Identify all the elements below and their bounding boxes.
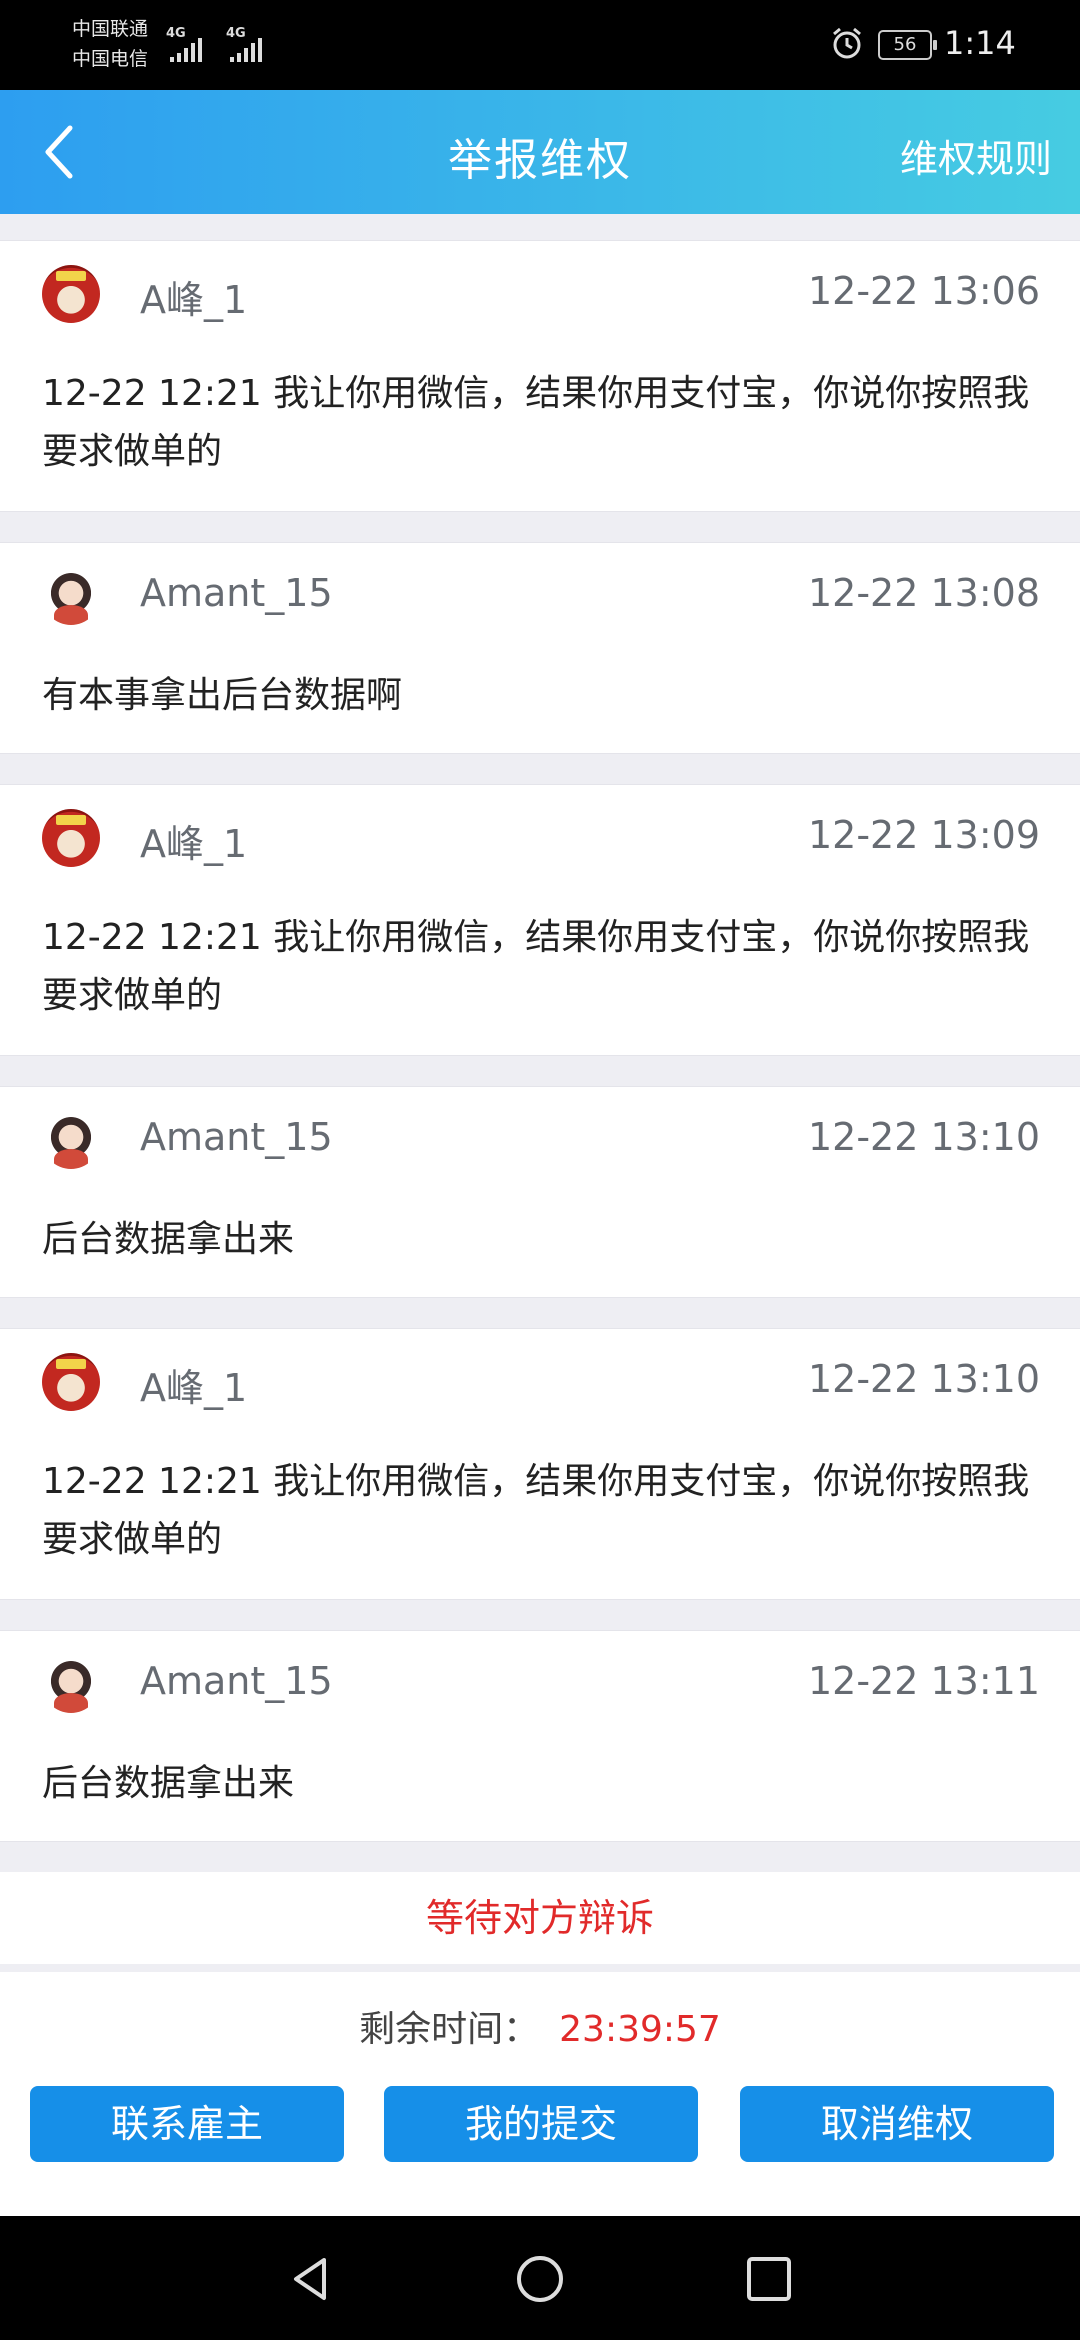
- avatar[interactable]: [42, 809, 100, 867]
- nav-home-icon[interactable]: [515, 2254, 565, 2304]
- alarm-icon: [833, 27, 861, 59]
- message-time: 12-22 13:06: [807, 269, 1040, 313]
- status-bar: 中国联通 中国电信 4G 4G 56 1:14: [0, 0, 1080, 90]
- message-time: 12-22 13:11: [807, 1659, 1040, 1703]
- contact-employer-button[interactable]: 联系雇主: [30, 2086, 344, 2162]
- carrier-info: 中国联通 中国电信: [72, 14, 148, 74]
- user-name: A峰_1: [140, 278, 248, 322]
- carrier-1: 中国联通: [72, 18, 149, 40]
- my-submission-button[interactable]: 我的提交: [384, 2086, 698, 2162]
- avatar[interactable]: [42, 1111, 100, 1169]
- message-card: Amant_15 12-22 13:08 有本事拿出后台数据啊: [0, 542, 1080, 754]
- clock: 1:14: [944, 24, 1016, 62]
- footer-panel: 剩余时间： 23:39:57 联系雇主 我的提交 取消维权: [0, 1972, 1080, 2216]
- nav-back-icon[interactable]: [286, 2254, 336, 2304]
- case-status: 等待对方辩诉: [0, 1872, 1080, 1964]
- message-card: A峰_1 12-22 13:06 12-22 12:21 我让你用微信，结果你用…: [0, 240, 1080, 512]
- message-card: Amant_15 12-22 13:11 后台数据拿出来: [0, 1630, 1080, 1842]
- remaining-value: 23:39:57: [559, 2009, 721, 2050]
- header-bar: 举报维权 维权规则: [0, 90, 1080, 214]
- user-name: Amant_15: [140, 571, 333, 615]
- avatar[interactable]: [42, 567, 100, 625]
- message-card: Amant_15 12-22 13:10 后台数据拿出来: [0, 1086, 1080, 1298]
- system-nav-bar: [0, 2216, 1080, 2340]
- rules-link[interactable]: 维权规则: [900, 128, 1052, 183]
- cancel-claim-button[interactable]: 取消维权: [740, 2086, 1054, 2162]
- message-card: A峰_1 12-22 13:09 12-22 12:21 我让你用微信，结果你用…: [0, 784, 1080, 1056]
- user-name: A峰_1: [140, 1366, 248, 1410]
- user-name: Amant_15: [140, 1115, 333, 1159]
- message-list: A峰_1 12-22 13:06 12-22 12:21 我让你用微信，结果你用…: [0, 240, 1080, 1964]
- avatar[interactable]: [42, 1655, 100, 1713]
- remaining-label: 剩余时间：: [359, 2009, 540, 2050]
- user-name: Amant_15: [140, 1659, 333, 1703]
- message-card: A峰_1 12-22 13:10 12-22 12:21 我让你用微信，结果你用…: [0, 1328, 1080, 1600]
- message-time: 12-22 13:08: [807, 571, 1040, 615]
- message-time: 12-22 13:10: [807, 1115, 1040, 1159]
- avatar[interactable]: [42, 1353, 100, 1411]
- message-time: 12-22 13:09: [807, 813, 1040, 857]
- user-name: A峰_1: [140, 822, 248, 866]
- battery-icon: 56: [878, 30, 937, 60]
- nav-recents-icon[interactable]: [744, 2254, 794, 2304]
- remaining-time: 剩余时间： 23:39:57: [0, 2000, 1080, 2052]
- avatar[interactable]: [42, 265, 100, 323]
- message-time: 12-22 13:10: [807, 1357, 1040, 1401]
- carrier-2: 中国电信: [72, 48, 149, 70]
